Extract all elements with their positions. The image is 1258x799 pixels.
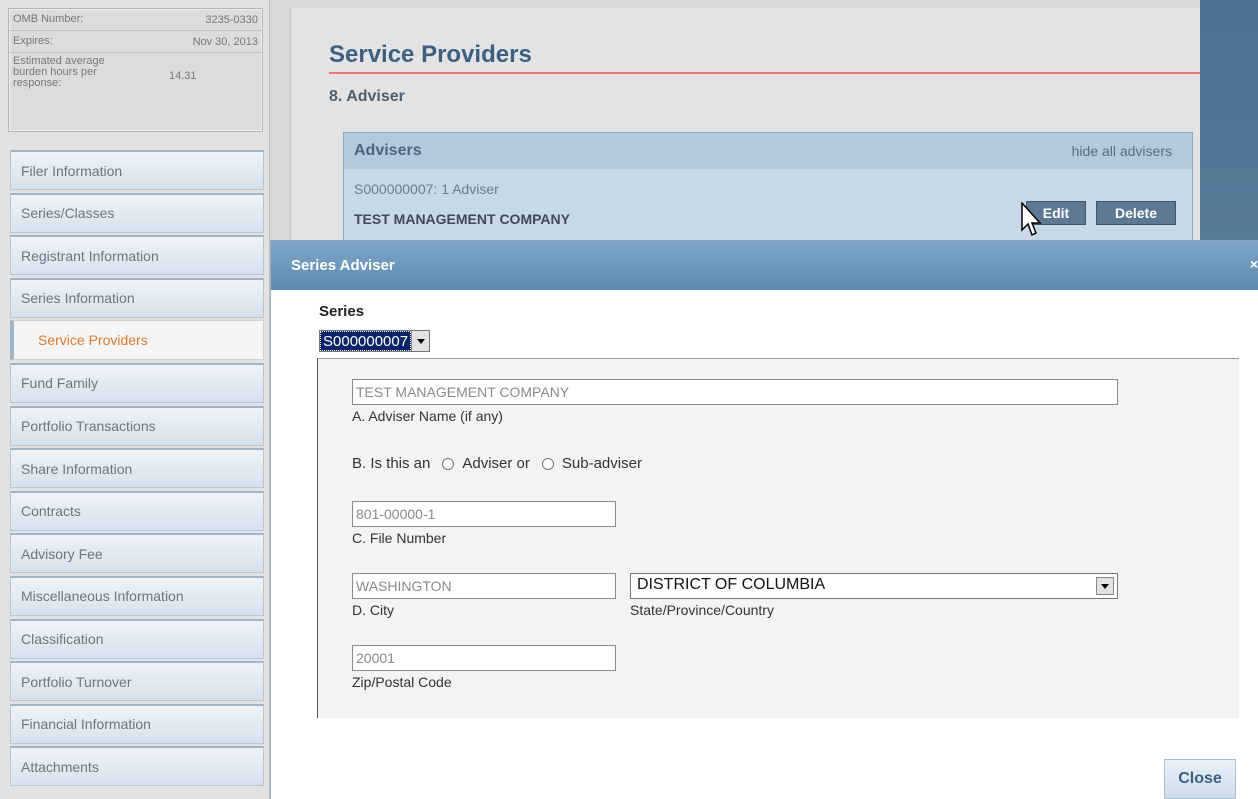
series-adviser-dialog: Series Adviser × Series S000000007 TEST … xyxy=(270,240,1258,799)
section-nav: Filer Information Series/Classes Registr… xyxy=(10,150,264,789)
omb-burden-value: 14.31 xyxy=(169,70,197,82)
adviser-type-row: B. Is this an Adviser or Sub-adviser xyxy=(352,455,642,472)
nav-portfolio-transactions[interactable]: Portfolio Transactions xyxy=(10,405,264,446)
series-label: Series xyxy=(319,303,365,320)
omb-burden-label: Estimated average burden hours per respo… xyxy=(13,55,105,89)
hide-all-advisers-link[interactable]: hide all advisers xyxy=(1072,143,1172,159)
adviser-name-label: A. Adviser Name (if any) xyxy=(352,408,503,424)
nav-filer-information[interactable]: Filer Information xyxy=(10,150,264,190)
nav-series-classes[interactable]: Series/Classes xyxy=(10,192,264,233)
adviser-company-name: TEST MANAGEMENT COMPANY xyxy=(354,211,570,227)
mouse-cursor-icon xyxy=(1021,202,1042,237)
nav-financial-information[interactable]: Financial Information xyxy=(10,703,264,744)
nav-share-information[interactable]: Share Information xyxy=(10,448,264,489)
chevron-down-icon[interactable] xyxy=(1096,577,1114,595)
nav-attachments[interactable]: Attachments xyxy=(10,746,264,787)
zip-label: Zip/Postal Code xyxy=(352,674,452,690)
omb-burden-row: Estimated average burden hours per respo… xyxy=(9,53,262,133)
nav-miscellaneous-information[interactable]: Miscellaneous Information xyxy=(10,575,264,616)
advisers-title: Advisers xyxy=(354,142,422,159)
series-adviser-count: S000000007: 1 Adviser xyxy=(354,181,499,197)
nav-series-information[interactable]: Series Information xyxy=(10,277,264,318)
adviser-type-prompt: B. Is this an xyxy=(352,455,431,472)
close-icon[interactable]: × xyxy=(1250,256,1258,272)
zip-input[interactable]: 20001 xyxy=(352,645,616,671)
file-number-label: C. File Number xyxy=(352,530,447,546)
nav-service-providers[interactable]: Service Providers xyxy=(10,320,264,361)
nav-portfolio-turnover[interactable]: Portfolio Turnover xyxy=(10,661,264,702)
omb-number-value: 3235-0330 xyxy=(205,13,258,26)
nav-contracts[interactable]: Contracts xyxy=(10,490,264,531)
section-subtitle: 8. Adviser xyxy=(329,88,405,105)
advisers-panel: Advisers hide all advisers S000000007: 1… xyxy=(343,132,1193,252)
city-input[interactable]: WASHINGTON xyxy=(352,573,616,599)
adviser-radio[interactable] xyxy=(442,457,455,470)
nav-classification[interactable]: Classification xyxy=(10,618,264,659)
omb-expires-value: Nov 30, 2013 xyxy=(192,35,258,48)
title-divider xyxy=(329,72,1201,74)
delete-button[interactable]: Delete xyxy=(1096,201,1176,225)
chevron-down-icon[interactable] xyxy=(411,331,430,351)
dialog-header: Series Adviser × xyxy=(271,240,1258,290)
sidebar: OMB Number: 3235-0330 Expires: Nov 30, 2… xyxy=(0,0,270,799)
adviser-radio-label: Adviser or xyxy=(462,455,530,472)
dialog-title: Series Adviser xyxy=(291,256,395,274)
state-label: State/Province/Country xyxy=(630,602,774,618)
sub-adviser-radio[interactable] xyxy=(541,457,554,470)
omb-expires-row: Expires: Nov 30, 2013 xyxy=(9,31,262,53)
adviser-name-input[interactable]: TEST MANAGEMENT COMPANY xyxy=(352,379,1118,405)
adviser-form: TEST MANAGEMENT COMPANY A. Adviser Name … xyxy=(317,358,1239,718)
state-selected-value: DISTRICT OF COLUMBIA xyxy=(637,576,826,593)
nav-advisory-fee[interactable]: Advisory Fee xyxy=(10,533,264,574)
state-select[interactable]: DISTRICT OF COLUMBIA xyxy=(630,573,1118,599)
series-selected-value: S000000007 xyxy=(320,331,412,351)
nav-fund-family[interactable]: Fund Family xyxy=(10,362,264,403)
omb-number-row: OMB Number: 3235-0330 xyxy=(9,9,262,31)
nav-registrant-information[interactable]: Registrant Information xyxy=(10,235,264,276)
omb-info-box: OMB Number: 3235-0330 Expires: Nov 30, 2… xyxy=(8,8,263,132)
advisers-header: Advisers hide all advisers xyxy=(344,133,1192,169)
close-button[interactable]: Close xyxy=(1164,759,1236,799)
series-select[interactable]: S000000007 xyxy=(319,330,431,352)
sub-adviser-radio-label: Sub-adviser xyxy=(561,455,642,472)
file-number-input[interactable]: 801-00000-1 xyxy=(352,501,616,527)
omb-expires-label: Expires: xyxy=(13,35,53,47)
omb-number-label: OMB Number: xyxy=(13,13,84,25)
page-title: Service Providers xyxy=(329,41,532,68)
city-label: D. City xyxy=(352,602,394,618)
